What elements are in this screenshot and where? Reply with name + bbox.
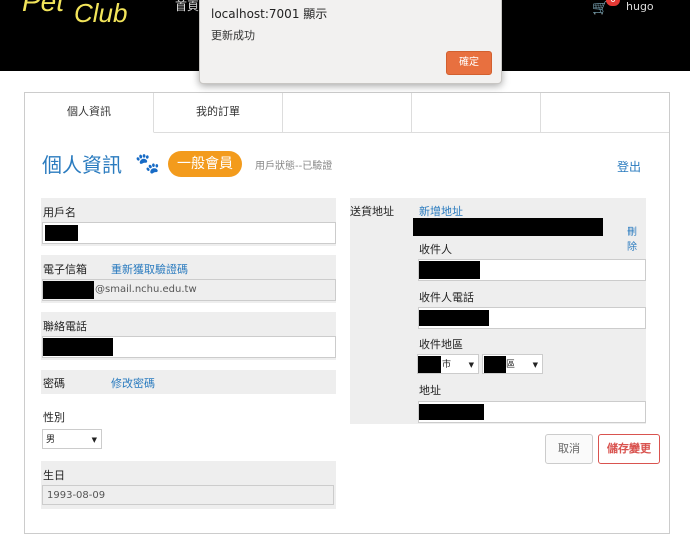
gender-select[interactable]: 男 ▼ xyxy=(42,429,102,449)
delete-address-link[interactable]: 刪除 xyxy=(627,223,646,253)
change-password-link[interactable]: 修改密碼 xyxy=(111,375,155,391)
district-select[interactable]: 區 ▼ xyxy=(482,354,543,374)
city-suffix: 市 xyxy=(442,360,452,370)
user-status-text: 用戶狀態--已驗證 xyxy=(255,161,333,172)
dialog-title: localhost:7001 顯示 xyxy=(211,7,328,21)
email-suffix-text: @smail.nchu.edu.tw xyxy=(95,284,197,295)
tab-empty-4[interactable] xyxy=(412,93,541,132)
redacted-address xyxy=(419,404,484,420)
paw-icon: 🐾 xyxy=(135,151,160,175)
tab-profile[interactable]: 個人資訊 xyxy=(25,93,154,133)
password-label: 密碼 xyxy=(43,377,65,390)
address-input[interactable] xyxy=(418,401,646,423)
redacted-city xyxy=(418,356,441,373)
birthday-input[interactable]: 1993-08-09 xyxy=(42,485,334,505)
email-input[interactable]: @smail.nchu.edu.tw xyxy=(42,279,336,301)
save-changes-button[interactable]: 儲存變更 xyxy=(598,434,660,464)
logout-link[interactable]: 登出 xyxy=(617,158,641,175)
phone-group: 聯絡電話 xyxy=(41,312,336,360)
shipping-address-label: 送貨地址 xyxy=(350,205,394,218)
chevron-down-icon: ▼ xyxy=(532,361,538,369)
city-select[interactable]: 市 ▼ xyxy=(417,354,479,374)
recipient-input[interactable] xyxy=(418,259,646,281)
region-label: 收件地區 xyxy=(419,338,463,351)
redacted-district xyxy=(484,356,506,373)
gender-value: 男 xyxy=(46,435,56,445)
alert-dialog: localhost:7001 顯示 更新成功 確定 xyxy=(199,0,502,84)
nav-home-link[interactable]: 首頁 xyxy=(175,0,199,14)
address-label: 地址 xyxy=(419,384,441,397)
cart-count-badge: 0 xyxy=(606,0,620,6)
email-group: 電子信箱 重新獲取驗證碼 @smail.nchu.edu.tw xyxy=(41,255,336,303)
birthday-group: 生日 1993-08-09 xyxy=(41,461,336,509)
tab-orders[interactable]: 我的訂單 xyxy=(154,93,283,132)
logo-pet-text[interactable]: Pet xyxy=(22,0,64,18)
username-input[interactable] xyxy=(42,222,336,244)
recipient-label: 收件人 xyxy=(419,243,452,256)
cart-icon[interactable]: 🛒 xyxy=(592,1,608,16)
recipient-phone-input[interactable] xyxy=(418,307,646,329)
page-title: 個人資訊 xyxy=(42,153,122,177)
redacted-address-summary xyxy=(413,218,603,236)
redacted-recipient xyxy=(419,261,480,279)
tab-empty-5[interactable] xyxy=(541,93,669,132)
district-suffix: 區 xyxy=(506,360,516,370)
dialog-ok-button[interactable]: 確定 xyxy=(446,51,492,75)
cancel-button[interactable]: 取消 xyxy=(545,434,593,464)
redacted-username xyxy=(45,225,78,241)
profile-card: 個人資訊 我的訂單 個人資訊 🐾 一般會員 用戶狀態--已驗證 登出 用戶名 電… xyxy=(24,92,670,534)
gender-label: 性別 xyxy=(43,411,65,424)
phone-label: 聯絡電話 xyxy=(43,320,87,333)
redacted-recipient-phone xyxy=(419,310,489,326)
member-level-badge: 一般會員 xyxy=(168,151,242,177)
birthday-label: 生日 xyxy=(43,469,65,482)
username-label: 用戶名 xyxy=(43,206,76,219)
tab-bar: 個人資訊 我的訂單 xyxy=(25,93,669,133)
redacted-phone xyxy=(43,338,113,356)
chevron-down-icon: ▼ xyxy=(468,361,474,369)
logo-club-text[interactable]: Club xyxy=(74,0,127,29)
tab-empty-3[interactable] xyxy=(283,93,412,132)
password-group: 密碼 修改密碼 xyxy=(41,370,336,394)
nav-username-link[interactable]: hugo xyxy=(626,0,654,13)
phone-input[interactable] xyxy=(42,336,336,358)
chevron-down-icon: ▼ xyxy=(91,436,97,444)
shipping-address-panel: 送貨地址 新增地址 刪除 收件人 收件人電話 收件地區 市 ▼ 區 ▼ 地址 xyxy=(350,198,646,424)
recipient-phone-label: 收件人電話 xyxy=(419,291,474,304)
dialog-message: 更新成功 xyxy=(211,29,255,42)
resend-verification-link[interactable]: 重新獲取驗證碼 xyxy=(111,261,188,277)
add-address-link[interactable]: 新增地址 xyxy=(419,203,463,219)
username-group: 用戶名 xyxy=(41,198,336,246)
email-label: 電子信箱 xyxy=(43,263,87,276)
redacted-email-prefix xyxy=(43,281,94,299)
